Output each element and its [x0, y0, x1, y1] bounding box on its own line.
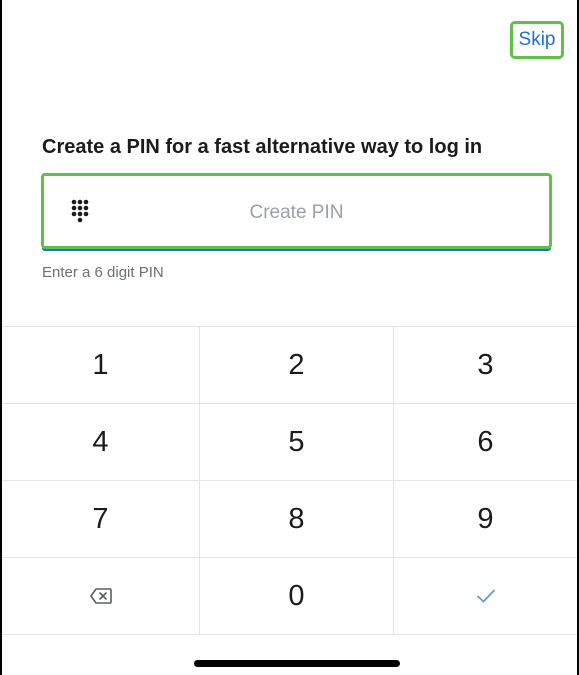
key-3[interactable]: 3: [394, 327, 577, 403]
pin-setup-screen: Skip Create a PIN for a fast alternative…: [0, 0, 579, 675]
backspace-key[interactable]: [2, 558, 200, 634]
key-7[interactable]: 7: [2, 481, 200, 557]
key-4[interactable]: 4: [2, 404, 200, 480]
page-title: Create a PIN for a fast alternative way …: [42, 136, 483, 158]
numeric-keypad: 1 2 3 4 5 6 7 8 9 0: [2, 326, 577, 635]
home-indicator: [194, 660, 400, 667]
key-8[interactable]: 8: [200, 481, 394, 557]
key-0[interactable]: 0: [200, 558, 394, 634]
key-9[interactable]: 9: [394, 481, 577, 557]
key-5[interactable]: 5: [200, 404, 394, 480]
key-6[interactable]: 6: [394, 404, 577, 480]
keypad-row: 4 5 6: [2, 404, 577, 481]
key-2[interactable]: 2: [200, 327, 394, 403]
skip-button[interactable]: Skip: [510, 21, 564, 59]
keypad-row: 1 2 3: [2, 327, 577, 404]
keypad-row: 0: [2, 558, 577, 635]
pin-input[interactable]: Create PIN: [41, 173, 552, 249]
pin-placeholder: Create PIN: [249, 202, 344, 223]
checkmark-icon: [476, 589, 495, 603]
confirm-key[interactable]: [394, 558, 577, 634]
keypad-row: 7 8 9: [2, 481, 577, 558]
backspace-icon: [89, 588, 112, 604]
pin-hint: Enter a 6 digit PIN: [42, 264, 164, 281]
key-1[interactable]: 1: [2, 327, 200, 403]
